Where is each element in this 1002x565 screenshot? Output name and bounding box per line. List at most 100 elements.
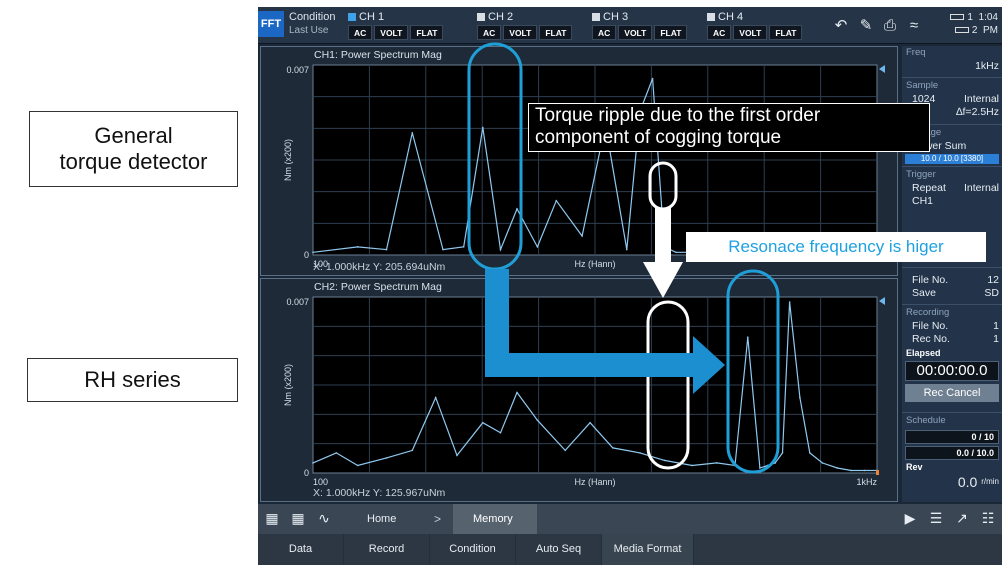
battery-1-label: 1	[967, 12, 973, 23]
channel-3-coupling[interactable]: AC	[592, 25, 617, 40]
freq-section[interactable]: Freq 1kHz	[902, 46, 1002, 73]
spectrum-data-point	[434, 396, 437, 399]
bar-chart-icon[interactable]: ▦	[264, 510, 280, 526]
play-icon[interactable]: ▶	[902, 510, 918, 526]
fn-data-button[interactable]: Data	[258, 534, 344, 565]
resonance-callout: Resonace frequency is higer	[686, 232, 986, 262]
nav-memory-tab[interactable]: Memory	[453, 504, 537, 534]
channel-2-unit[interactable]: VOLT	[503, 25, 538, 40]
divider	[902, 166, 1002, 167]
spectrum-data-point	[516, 391, 518, 394]
instrument-screen: FFT Condition Last Use CH 1 AC VOLT FLAT…	[258, 7, 1002, 565]
grid-layout-icon[interactable]: ▦	[290, 510, 306, 526]
cursor-marker-icon	[876, 470, 879, 475]
spectrum-data-point	[663, 246, 666, 248]
spectrum-data-point	[536, 419, 539, 421]
channel-1-indicator	[348, 13, 356, 21]
spectrum-data-point	[716, 462, 718, 464]
printer-icon[interactable]: ⎙	[880, 16, 900, 36]
x-axis-label: Hz (Hann)	[574, 477, 615, 487]
spectrum-data-point	[462, 246, 465, 248]
freq-value: 1kHz	[975, 60, 999, 72]
spectrum-data-point	[564, 449, 566, 452]
chart-panel-ch2[interactable]: 0.007 0 100 1kHz Hz (Hann) Nm (x200) CH2: Pow…	[260, 278, 898, 502]
channel-2-settings[interactable]: CH 2 AC VOLT FLAT	[477, 10, 573, 42]
channel-2-coupling[interactable]: AC	[477, 25, 502, 40]
channel-4-coupling[interactable]: AC	[707, 25, 732, 40]
file-section[interactable]: File No. 12 Save SD	[902, 274, 1002, 300]
average-progress: 10.0 / 10.0 [3380]	[905, 154, 999, 164]
y-axis-label: Nm (x200)	[283, 364, 293, 406]
sample-heading: Sample	[906, 80, 939, 91]
battery-2-label: 2	[971, 25, 978, 36]
top-status-bar: FFT Condition Last Use CH 1 AC VOLT FLAT…	[258, 7, 1002, 44]
recording-section[interactable]: Recording File No. 1 Rec No. 1 Elapsed 00:…	[902, 306, 1002, 405]
spectrum-data-point	[356, 246, 359, 248]
spectrum-data-point	[746, 336, 749, 339]
trigger-marker-icon	[879, 65, 885, 73]
file-no-label: File No.	[912, 274, 949, 286]
fn-condition-button[interactable]: Condition	[430, 534, 516, 565]
ch1-chart-title: CH1: Power Spectrum Mag	[314, 49, 442, 61]
waveform-icon[interactable]: ∿	[316, 510, 332, 526]
return-icon[interactable]: ↶	[831, 16, 851, 36]
label-general-torque-detector: General torque detector	[29, 111, 238, 187]
sample-source: Internal	[963, 93, 999, 105]
chart-edit-icon[interactable]: ✎	[856, 16, 876, 36]
spectrum-data-point	[555, 199, 558, 202]
fn-auto-seq-button[interactable]: Auto Seq	[516, 534, 602, 565]
channel-2-filter[interactable]: FLAT	[539, 25, 573, 40]
save-value: SD	[984, 287, 999, 299]
recording-heading: Recording	[906, 307, 950, 318]
schedule-time: 0.0 / 10.0	[905, 446, 999, 460]
settings-grid-icon[interactable]: ☷	[980, 510, 996, 526]
fn-media-format-button[interactable]: Media Format	[602, 534, 694, 565]
y-axis-top-tick-label: 0.007	[286, 297, 309, 307]
spectrum-data-point	[589, 421, 591, 424]
spectrum-data-point	[312, 462, 314, 464]
x-axis-start-tick-label: 100	[313, 477, 328, 487]
ch2-spectrum-chart[interactable]: 0.007 0 100 1kHz Hz (Hann) Nm (x200)	[261, 279, 899, 503]
nav-home-link[interactable]: Home	[367, 504, 396, 534]
spectrum-data-point	[766, 464, 769, 467]
spectrum-data-point	[335, 452, 338, 454]
schedule-section[interactable]: Schedule 0 / 10 0.0 / 10.0 Rev 0.0 r/min	[902, 414, 1002, 491]
channel-3-filter[interactable]: FLAT	[654, 25, 688, 40]
spectrum-data-point	[675, 251, 677, 254]
last-use-text: Last Use	[289, 25, 329, 36]
clock-time: 1:04	[978, 12, 998, 23]
list-icon[interactable]: ☰	[928, 510, 944, 526]
condition-label[interactable]: Condition Last Use	[289, 11, 335, 37]
fn-record-button[interactable]: Record	[344, 534, 430, 565]
spectrum-data-point	[799, 396, 801, 399]
torque-callout-line1: Torque ripple due to the first order	[535, 105, 821, 126]
spectrum-data-point	[356, 464, 359, 467]
condition-text: Condition	[289, 11, 336, 23]
rev-unit: r/min	[981, 477, 999, 486]
schedule-count: 0 / 10	[905, 430, 999, 444]
channel-1-settings[interactable]: CH 1 AC VOLT FLAT	[348, 10, 444, 42]
battery-2-icon	[954, 27, 969, 34]
channel-4-unit[interactable]: VOLT	[733, 25, 768, 40]
divider	[902, 77, 1002, 78]
expand-arrow-icon[interactable]: ↗	[954, 510, 970, 526]
rec-cancel-button[interactable]: Rec Cancel	[905, 384, 999, 402]
divider	[902, 412, 1002, 413]
torque-ripple-callout: Torque ripple due to the first order com…	[528, 103, 930, 152]
channel-1-coupling[interactable]: AC	[348, 25, 373, 40]
label-general-line2: torque detector	[59, 149, 208, 174]
spectrum-data-point	[411, 132, 414, 134]
channel-3-settings[interactable]: CH 3 AC VOLT FLAT	[592, 10, 688, 42]
rec-no-label: Rec No.	[912, 333, 950, 345]
trigger-section[interactable]: Trigger Repeat Internal CH1	[902, 168, 1002, 208]
channel-3-unit[interactable]: VOLT	[618, 25, 653, 40]
channel-4-filter[interactable]: FLAT	[769, 25, 803, 40]
ch2-cursor-readout: X: 1.000kHz Y: 125.967uNm	[313, 487, 446, 499]
y-axis-label: Nm (x200)	[283, 139, 293, 181]
channel-4-settings[interactable]: CH 4 AC VOLT FLAT	[707, 10, 803, 42]
rec-file-label: File No.	[912, 320, 949, 332]
trigger-channel: CH1	[912, 195, 934, 207]
channel-1-filter[interactable]: FLAT	[410, 25, 444, 40]
fft-mode-badge[interactable]: FFT	[258, 11, 284, 37]
channel-1-unit[interactable]: VOLT	[374, 25, 409, 40]
